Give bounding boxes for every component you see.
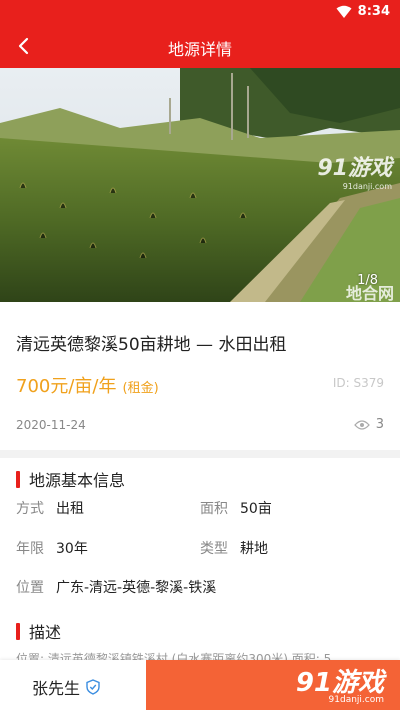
status-bar: 8:34: [0, 0, 400, 24]
watermark-text: 地合网: [345, 284, 394, 302]
verified-shield-icon: [86, 679, 100, 695]
listing-id: ID: S379: [332, 376, 384, 390]
field-type: 类型 耕地: [200, 541, 268, 557]
section-divider: [0, 450, 400, 458]
heading-accent: [16, 622, 20, 640]
field-location: 位置 广东-清远-英德-黎溪-铁溪: [16, 580, 217, 596]
page-title: 地源详情: [167, 40, 232, 59]
contact-name: 张先生: [32, 679, 81, 698]
description-heading: 描述: [16, 619, 61, 643]
app-bar: 地源详情: [0, 24, 400, 68]
image-gallery[interactable]: 91游戏 91danji.com 1/8 地合网: [0, 68, 400, 302]
field-method: 方式 出租: [16, 501, 84, 517]
wifi-icon: [336, 5, 352, 18]
field-area: 面积 50亩: [200, 501, 272, 517]
view-count: 3: [353, 417, 384, 432]
watermark-logo: 91游戏 91danji.com: [295, 668, 384, 705]
status-time: 8:34: [357, 4, 390, 19]
call-button[interactable]: 91游戏 91danji.com: [146, 660, 400, 710]
price-value: 700元/亩/年: [16, 376, 117, 397]
bottom-bar: 张先生 91游戏 91danji.com: [0, 660, 400, 710]
eye-icon: [353, 419, 370, 430]
listing-date: 2020-11-24: [16, 418, 86, 432]
contact-person[interactable]: 张先生: [32, 675, 100, 699]
view-count-value: 3: [375, 417, 384, 432]
listing-price: 700元/亩/年 (租金): [16, 372, 159, 398]
watermark-logo: 91游戏 91danji.com: [317, 156, 392, 191]
listing-title: 清远英德黎溪50亩耕地 — 水田出租: [16, 335, 287, 355]
basic-info-heading: 地源基本信息: [16, 467, 125, 491]
price-tag: (租金): [122, 381, 159, 396]
field-term: 年限 30年: [16, 541, 88, 557]
heading-accent: [16, 470, 20, 488]
